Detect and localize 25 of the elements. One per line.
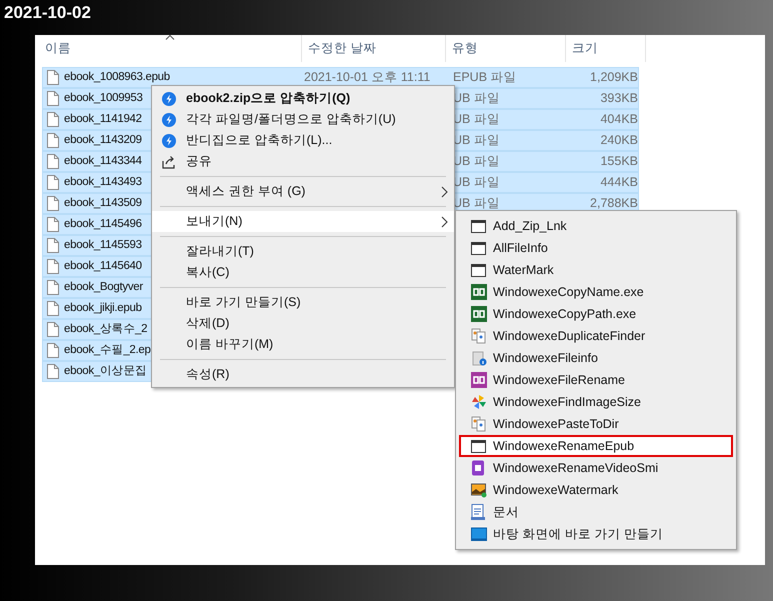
file-size: 404KB <box>600 112 638 126</box>
file-name: ebook_1009953 <box>64 90 143 106</box>
file-name: ebook_수필_2.ep <box>64 342 151 358</box>
file-name: ebook_1143493 <box>64 174 142 190</box>
file-size: 2,788KB <box>590 196 638 210</box>
file-name: ebook_jikji.epub <box>64 300 142 316</box>
file-name: ebook_상록수_2 <box>64 322 148 337</box>
file-name: ebook_1145496 <box>64 216 142 232</box>
file-type: EPUB 파일 <box>453 70 517 84</box>
file-name: ebook_1141942 <box>64 112 142 127</box>
file-date: 2021-10-01 오후 11:11 <box>304 70 430 84</box>
file-size: 1,209KB <box>590 70 638 84</box>
file-name: ebook_1143209 <box>64 132 142 148</box>
date-label: 2021-10-02 <box>4 2 91 24</box>
file-name: ebook_1145640 <box>64 258 142 274</box>
file-name: ebook_1008963.epub <box>64 70 170 85</box>
file-name: ebook_1143509 <box>64 196 142 211</box>
file-size: 393KB <box>600 91 638 106</box>
file-name: ebook_1145593 <box>64 238 142 253</box>
file-size: 155KB <box>600 154 638 168</box>
file-name: ebook_Bogtyver <box>64 280 143 295</box>
file-name: ebook_1143344 <box>64 154 142 169</box>
file-size: 444KB <box>600 175 638 190</box>
file-size: 240KB <box>600 133 638 148</box>
file-name: ebook_이상문집 <box>64 364 147 379</box>
